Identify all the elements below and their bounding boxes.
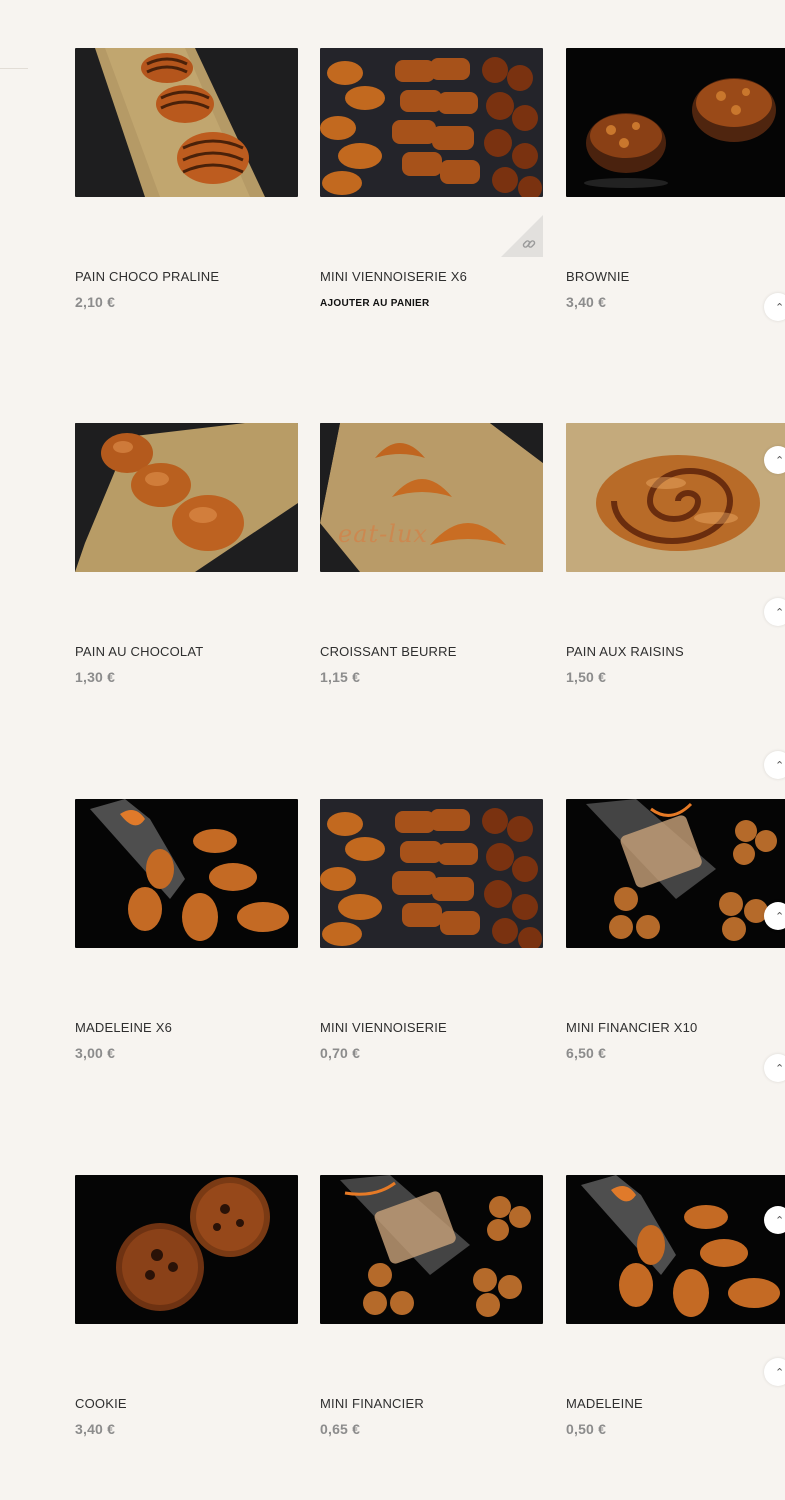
chevron-up-icon: ⌃ — [775, 1215, 785, 1227]
product-card-cookie[interactable]: COOKIE 3,40 € — [75, 1175, 298, 1437]
scroll-to-top-button[interactable]: ⌃ — [764, 446, 785, 474]
product-price: 2,10 € — [75, 294, 116, 310]
chevron-up-icon: ⌃ — [775, 1063, 785, 1075]
product-card-pain-aux-raisins[interactable]: PAIN AUX RAISINS 1,50 € — [566, 423, 785, 685]
product-name[interactable]: PAIN CHOCO PRALINE — [75, 269, 219, 284]
product-card-pain-au-chocolat[interactable]: PAIN AU CHOCOLAT 1,30 € — [75, 423, 298, 685]
product-image[interactable] — [320, 799, 543, 948]
chevron-up-icon: ⌃ — [775, 760, 785, 772]
product-image[interactable] — [75, 48, 298, 197]
product-name[interactable]: MINI VIENNOISERIE X6 — [320, 269, 467, 284]
product-name[interactable]: PAIN AUX RAISINS — [566, 644, 684, 659]
product-link-button[interactable] — [501, 215, 543, 257]
scroll-to-top-button[interactable]: ⌃ — [764, 1358, 785, 1386]
product-price: 1,30 € — [75, 669, 116, 685]
product-card-croissant-beurre[interactable]: eat-lux CROISSANT BEURRE 1,15 € — [320, 423, 543, 685]
link-icon — [522, 240, 536, 248]
product-price: 1,50 € — [566, 669, 607, 685]
product-name[interactable]: COOKIE — [75, 1396, 127, 1411]
product-price: 0,50 € — [566, 1421, 607, 1437]
product-card-mini-financier[interactable]: MINI FINANCIER 0,65 € — [320, 1175, 543, 1437]
product-image[interactable] — [320, 48, 543, 197]
product-name[interactable]: CROISSANT BEURRE — [320, 644, 457, 659]
scroll-to-top-button[interactable]: ⌃ — [764, 1054, 785, 1082]
product-name[interactable]: MINI FINANCIER X10 — [566, 1020, 697, 1035]
product-name[interactable]: PAIN AU CHOCOLAT — [75, 644, 203, 659]
product-price: 3,40 € — [75, 1421, 116, 1437]
add-to-cart-button[interactable]: AJOUTER AU PANIER — [320, 298, 430, 309]
chevron-up-icon: ⌃ — [775, 607, 785, 619]
product-card-mini-financier-x10[interactable]: MINI FINANCIER X10 6,50 € — [566, 799, 785, 1061]
product-image[interactable] — [566, 799, 785, 948]
scroll-to-top-button[interactable]: ⌃ — [764, 902, 785, 930]
product-image[interactable] — [320, 1175, 543, 1324]
scroll-to-top-button[interactable]: ⌃ — [764, 293, 785, 321]
scroll-to-top-button[interactable]: ⌃ — [764, 751, 785, 779]
product-image[interactable] — [566, 423, 785, 572]
chevron-up-icon: ⌃ — [775, 1367, 785, 1379]
chevron-up-icon: ⌃ — [775, 302, 785, 314]
product-price: 3,00 € — [75, 1045, 116, 1061]
product-image[interactable] — [75, 1175, 298, 1324]
product-grid: PAIN CHOCO PRALINE 2,10 € MINI VIENNOISE… — [0, 0, 785, 1500]
product-image[interactable] — [75, 423, 298, 572]
product-name[interactable]: MINI VIENNOISERIE — [320, 1020, 447, 1035]
product-price: 0,65 € — [320, 1421, 361, 1437]
product-price: 1,15 € — [320, 669, 361, 685]
product-price: 6,50 € — [566, 1045, 607, 1061]
product-name[interactable]: MINI FINANCIER — [320, 1396, 424, 1411]
product-card-mini-viennoiserie-x6[interactable]: MINI VIENNOISERIE X6 AJOUTER AU PANIER — [320, 48, 543, 309]
product-image[interactable] — [566, 1175, 785, 1324]
product-name[interactable]: MADELEINE — [566, 1396, 643, 1411]
product-name[interactable]: MADELEINE X6 — [75, 1020, 172, 1035]
image-watermark: eat-lux — [338, 520, 428, 548]
product-card-pain-choco-praline[interactable]: PAIN CHOCO PRALINE 2,10 € — [75, 48, 298, 310]
product-price: 0,70 € — [320, 1045, 361, 1061]
product-card-brownie[interactable]: BROWNIE 3,40 € — [566, 48, 785, 310]
product-card-mini-viennoiserie[interactable]: MINI VIENNOISERIE 0,70 € — [320, 799, 543, 1061]
product-card-madeleine[interactable]: MADELEINE 0,50 € — [566, 1175, 785, 1437]
scroll-to-top-button[interactable]: ⌃ — [764, 1206, 785, 1234]
chevron-up-icon: ⌃ — [775, 455, 785, 467]
scroll-to-top-button[interactable]: ⌃ — [764, 598, 785, 626]
product-price: 3,40 € — [566, 294, 607, 310]
product-name[interactable]: BROWNIE — [566, 269, 630, 284]
chevron-up-icon: ⌃ — [775, 911, 785, 923]
product-card-madeleine-x6[interactable]: MADELEINE X6 3,00 € — [75, 799, 298, 1061]
product-image[interactable] — [75, 799, 298, 948]
product-image[interactable]: eat-lux — [320, 423, 543, 572]
product-image[interactable] — [566, 48, 785, 197]
